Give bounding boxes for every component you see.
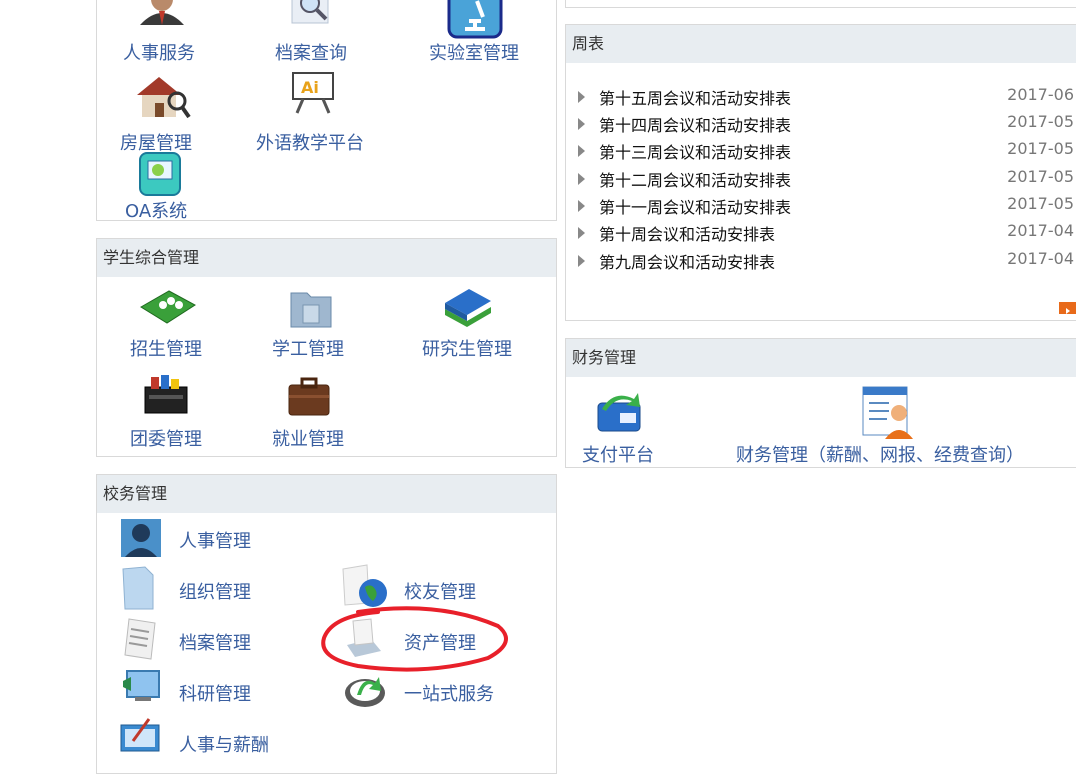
item-renshiyuxinchou[interactable]: 人事与薪酬	[179, 731, 269, 757]
item-xiaoyouguanli[interactable]: 校友管理	[404, 578, 476, 604]
news-title[interactable]: 第十四周会议和活动安排表	[599, 112, 791, 136]
app-label-oa[interactable]: OA系统	[125, 197, 187, 223]
news-item[interactable]: 第十一周会议和活动安排表 2017-05	[566, 194, 1074, 218]
toolbox-icon[interactable]	[141, 373, 191, 421]
item-zuzhiguanli[interactable]: 组织管理	[179, 578, 251, 604]
person-user-icon[interactable]	[137, 0, 187, 29]
oa-system-icon[interactable]	[139, 152, 181, 200]
app-label-caiwuguanli[interactable]: 财务管理（薪酬、网报、经费查询）	[736, 441, 1024, 467]
more-arrow-icon[interactable]	[1059, 302, 1076, 314]
panel-header: 校务管理	[97, 475, 556, 513]
bullet-arrow-icon	[578, 173, 585, 185]
news-item[interactable]: 第十五周会议和活动安排表 2017-06	[566, 85, 1074, 109]
news-title[interactable]: 第十周会议和活动安排表	[599, 221, 775, 245]
bullet-arrow-icon	[578, 255, 585, 267]
pen-tablet-icon[interactable]	[119, 717, 163, 759]
magnifier-icon[interactable]	[290, 0, 334, 31]
news-date: 2017-04	[1007, 249, 1074, 268]
finance-panel: 财务管理 支付平台 财务管理（薪酬、网报、经费查询）	[565, 338, 1076, 468]
news-item[interactable]: 第十四周会议和活动安排表 2017-05	[566, 112, 1074, 136]
item-keyanguanli[interactable]: 科研管理	[179, 680, 251, 706]
microscope-icon[interactable]	[447, 0, 503, 43]
books-icon[interactable]	[441, 281, 495, 335]
monitor-icon[interactable]	[119, 667, 163, 713]
bullet-arrow-icon	[578, 145, 585, 157]
payment-icon[interactable]	[594, 391, 644, 439]
language-board-icon[interactable]: Ai	[289, 71, 337, 119]
top-right-panel	[565, 0, 1076, 8]
app-label-danganchaxun[interactable]: 档案查询	[275, 39, 347, 65]
app-label-jiuye[interactable]: 就业管理	[272, 425, 344, 451]
app-label-shiyanshiguanli[interactable]: 实验室管理	[429, 39, 519, 65]
bullet-arrow-icon	[578, 91, 585, 103]
news-date: 2017-05	[1007, 194, 1074, 213]
app-label-xuegong[interactable]: 学工管理	[272, 335, 344, 361]
news-date: 2017-05	[1007, 112, 1074, 131]
app-label-yanjiusheng[interactable]: 研究生管理	[422, 335, 512, 361]
refresh-icon[interactable]	[343, 669, 387, 713]
house-search-icon[interactable]	[133, 73, 193, 125]
app-label-zhaosheng[interactable]: 招生管理	[130, 335, 202, 361]
personnel-icon[interactable]	[119, 517, 163, 563]
bullet-arrow-icon	[578, 200, 585, 212]
news-title[interactable]: 第十二周会议和活动安排表	[599, 167, 791, 191]
folder-icon[interactable]	[287, 285, 335, 335]
app-label-waiyujiaoxue[interactable]: 外语教学平台	[256, 129, 364, 155]
app-label-zhifupingtai[interactable]: 支付平台	[582, 441, 654, 467]
news-item[interactable]: 第十二周会议和活动安排表 2017-05	[566, 167, 1074, 191]
news-title[interactable]: 第十一周会议和活动安排表	[599, 194, 791, 218]
news-title[interactable]: 第九周会议和活动安排表	[599, 249, 775, 273]
panel-header: 周表	[566, 25, 1076, 63]
app-label-tuanwei[interactable]: 团委管理	[130, 425, 202, 451]
panel-header: 学生综合管理	[97, 239, 556, 277]
bullet-arrow-icon	[578, 118, 585, 130]
finance-person-icon[interactable]	[859, 385, 917, 445]
student-management-panel: 学生综合管理 招生管理 学工管理 研究生管理 团委管理 就业管理	[96, 238, 557, 457]
item-yizhanshifuwu[interactable]: 一站式服务	[404, 680, 494, 706]
news-date: 2017-05	[1007, 167, 1074, 186]
panel-header: 财务管理	[566, 339, 1076, 377]
bullet-arrow-icon	[578, 227, 585, 239]
top-apps-panel: 人事服务 档案查询 实验室管理 房屋管理 Ai 外语教学平台 OA系统	[96, 0, 557, 223]
news-item[interactable]: 第十周会议和活动安排表 2017-04	[566, 221, 1074, 245]
news-title[interactable]: 第十五周会议和活动安排表	[599, 85, 791, 109]
svg-text:Ai: Ai	[301, 78, 319, 97]
archive-icon[interactable]	[121, 615, 167, 665]
briefcase-icon[interactable]	[287, 377, 331, 421]
enrollment-icon[interactable]	[139, 285, 197, 331]
document-icon[interactable]	[119, 565, 159, 615]
item-renshiguanli[interactable]: 人事管理	[179, 527, 251, 553]
news-date: 2017-06	[1007, 85, 1074, 104]
news-item[interactable]: 第十三周会议和活动安排表 2017-05	[566, 139, 1074, 163]
item-danganguanli[interactable]: 档案管理	[179, 629, 251, 655]
news-date: 2017-04	[1007, 221, 1074, 240]
app-label-renshifuwu[interactable]: 人事服务	[123, 39, 195, 65]
news-date: 2017-05	[1007, 139, 1074, 158]
annotation-circle	[321, 606, 508, 672]
news-title[interactable]: 第十三周会议和活动安排表	[599, 139, 791, 163]
weekly-panel: 周表 第十五周会议和活动安排表 2017-06 第十四周会议和活动安排表 2017-…	[565, 24, 1076, 321]
news-item[interactable]: 第九周会议和活动安排表 2017-04	[566, 249, 1074, 273]
